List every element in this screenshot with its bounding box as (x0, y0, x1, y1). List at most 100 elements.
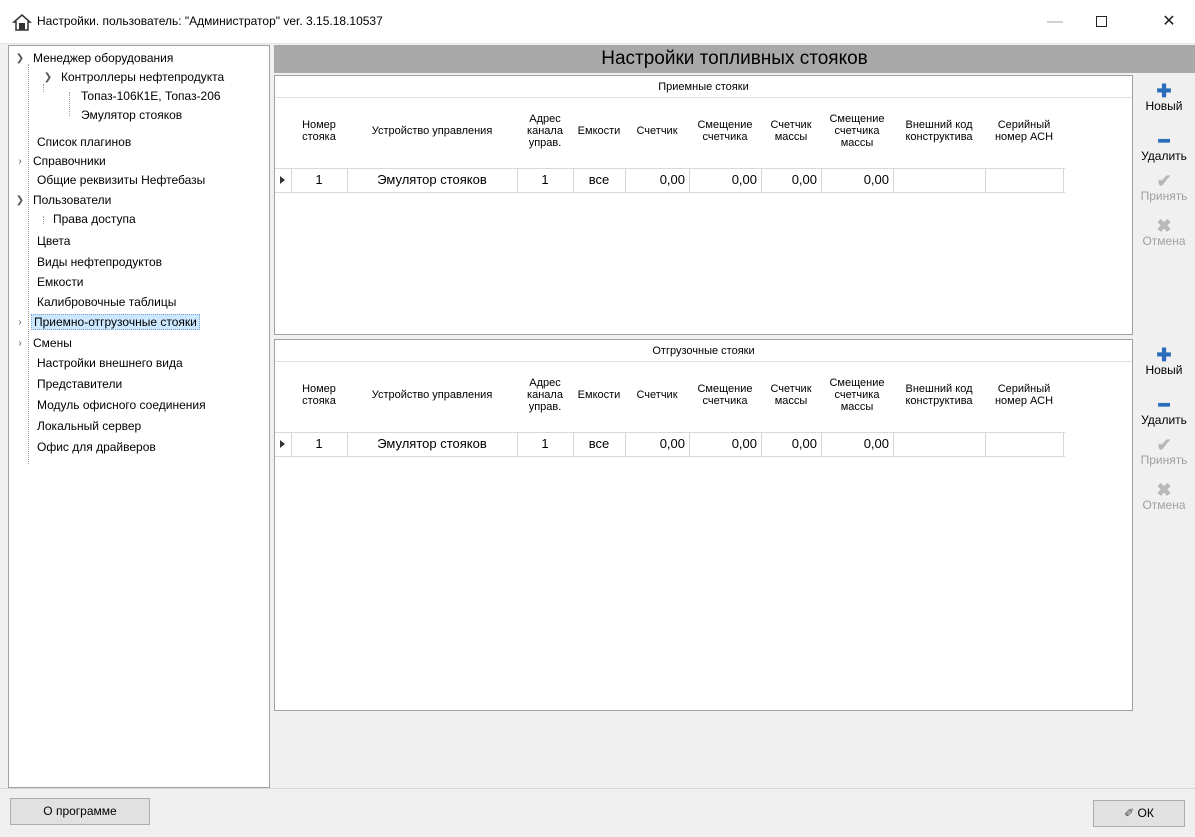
table-cell[interactable]: 0,00 (821, 169, 893, 191)
tree-item-tanks[interactable]: Емкости (35, 273, 86, 292)
table-cell[interactable]: 1 (517, 169, 573, 191)
bottom-bar: О программе ✐ ОК (0, 788, 1195, 837)
col-header[interactable]: Счетчик массы (761, 106, 821, 156)
tree-item-common-props[interactable]: Общие реквизиты Нефтебазы (35, 171, 207, 190)
tree-item-emulator[interactable]: Эмулятор стояков (79, 106, 184, 125)
table-cell[interactable] (985, 433, 1063, 455)
table-cell[interactable]: 0,00 (625, 169, 689, 191)
table-cell[interactable] (893, 169, 985, 191)
col-header[interactable]: Смещение счетчика (689, 106, 761, 156)
col-header[interactable]: Внешний код конструктива (893, 106, 985, 156)
plus-icon: ✚ (1156, 345, 1172, 365)
tree-item-colors[interactable]: Цвета (35, 232, 72, 251)
col-header[interactable]: Устройство управления (347, 370, 517, 420)
tree-item-users[interactable]: ❯ Пользователи (15, 191, 113, 210)
ok-icon: ✐ (1124, 806, 1138, 820)
table-cell[interactable]: 1 (291, 169, 347, 191)
col-header[interactable]: Внешний код конструктива (893, 370, 985, 420)
tree-item-controllers[interactable]: ❯ Контроллеры нефтепродукта (43, 68, 226, 87)
table-cell[interactable]: 0,00 (625, 433, 689, 455)
tree-item-appearance[interactable]: Настройки внешнего вида (35, 354, 185, 373)
col-header[interactable]: Счетчик (625, 370, 689, 420)
table-cell[interactable]: 0,00 (761, 169, 821, 191)
app-icon (12, 14, 32, 31)
tree-item-plugins[interactable]: Список плагинов (35, 133, 133, 152)
tree-item-driver-office[interactable]: Офис для драйверов (35, 438, 158, 457)
table-cell[interactable]: 0,00 (689, 169, 761, 191)
maximize-button[interactable] (1078, 0, 1124, 44)
col-header[interactable]: Адрес канала управ. (517, 106, 573, 156)
tree-item-topaz[interactable]: Топаз-106К1Е, Топаз-206 (79, 87, 223, 106)
cross-icon: ✖ (1156, 480, 1172, 500)
main-area: Настройки топливных стояков Приемные сто… (274, 45, 1195, 788)
chevron-right-icon[interactable]: › (15, 313, 25, 332)
tree-item-local-server[interactable]: Локальный сервер (35, 417, 143, 436)
cross-icon: ✖ (1156, 216, 1172, 236)
col-header[interactable]: Устройство управления (347, 106, 517, 156)
ok-button[interactable]: ✐ ОК (1093, 800, 1185, 827)
table-cell[interactable]: 0,00 (821, 433, 893, 455)
table-cell[interactable]: 1 (291, 433, 347, 455)
accept-button[interactable]: ✔ Принять (1133, 436, 1195, 467)
accept-button[interactable]: ✔ Принять (1133, 172, 1195, 203)
tree-item-calibration[interactable]: Калибровочные таблицы (35, 293, 178, 312)
minimize-button[interactable]: — (1032, 0, 1078, 44)
col-header[interactable]: Емкости (573, 370, 625, 420)
table-cell[interactable] (985, 169, 1063, 191)
row-pointer-icon (280, 440, 285, 448)
title-bar: Настройки. пользователь: "Администратор"… (0, 0, 1195, 44)
col-header[interactable]: Смещение счетчика (689, 370, 761, 420)
settings-tree[interactable]: ❯ Менеджер оборудования ❯ Контроллеры не… (8, 45, 270, 788)
outgoing-racks-grid[interactable]: Отгрузочные стояки Номер стояка Устройст… (274, 339, 1133, 711)
table-cell[interactable]: все (573, 433, 625, 455)
col-header[interactable]: Счетчик массы (761, 370, 821, 420)
about-button[interactable]: О программе (10, 798, 150, 825)
new-button[interactable]: ✚ Новый (1133, 82, 1195, 113)
table-cell[interactable]: Эмулятор стояков (347, 169, 517, 191)
col-header[interactable]: Серийный номер АСН (985, 106, 1063, 156)
intake-racks-grid[interactable]: Приемные стояки Номер стояка Устройство … (274, 75, 1133, 335)
close-button[interactable]: ✕ (1146, 0, 1192, 44)
maximize-icon (1095, 16, 1107, 28)
tree-item-office-module[interactable]: Модуль офисного соединения (35, 396, 208, 415)
col-header[interactable]: Смещение счетчика массы (821, 370, 893, 420)
close-icon: ✕ (1162, 13, 1176, 30)
delete-button[interactable]: ━ Удалить (1133, 396, 1195, 427)
intake-toolbar: ✚ Новый ━ Удалить ✔ Принять ✖ Отмена (1133, 75, 1195, 335)
tree-item-shifts[interactable]: › Смены (15, 334, 74, 353)
grid-caption: Отгрузочные стояки (275, 340, 1132, 362)
tree-item-access-rights[interactable]: Права доступа (51, 210, 138, 229)
tree-item-fuel-types[interactable]: Виды нефтепродуктов (35, 253, 164, 272)
tree-item-loading-racks[interactable]: › Приемно-отгрузочные стояки (15, 313, 200, 332)
minus-icon: ━ (1158, 131, 1170, 151)
chevron-right-icon[interactable]: › (15, 152, 25, 171)
table-cell[interactable]: Эмулятор стояков (347, 433, 517, 455)
table-cell[interactable]: 1 (517, 433, 573, 455)
col-header[interactable]: Серийный номер АСН (985, 370, 1063, 420)
chevron-down-icon[interactable]: ❯ (43, 68, 53, 87)
tree-item-representatives[interactable]: Представители (35, 375, 124, 394)
chevron-down-icon[interactable]: ❯ (15, 49, 25, 68)
col-header[interactable]: Емкости (573, 106, 625, 156)
cancel-button[interactable]: ✖ Отмена (1133, 216, 1195, 248)
col-header[interactable]: Номер стояка (291, 370, 347, 420)
cancel-button[interactable]: ✖ Отмена (1133, 480, 1195, 512)
table-cell[interactable] (893, 433, 985, 455)
delete-button[interactable]: ━ Удалить (1133, 131, 1195, 163)
new-button[interactable]: ✚ Новый (1133, 345, 1195, 377)
col-header[interactable]: Адрес канала управ. (517, 370, 573, 420)
minimize-icon: — (1047, 13, 1063, 30)
col-header[interactable]: Номер стояка (291, 106, 347, 156)
tree-item-equipment-manager[interactable]: ❯ Менеджер оборудования (15, 49, 175, 68)
table-cell[interactable]: 0,00 (689, 433, 761, 455)
grid-caption: Приемные стояки (275, 76, 1132, 98)
chevron-right-icon[interactable]: › (15, 334, 25, 353)
table-cell[interactable]: 0,00 (761, 433, 821, 455)
table-cell[interactable]: все (573, 169, 625, 191)
chevron-down-icon[interactable]: ❯ (15, 191, 25, 210)
col-header[interactable]: Счетчик (625, 106, 689, 156)
tree-item-references[interactable]: › Справочники (15, 152, 108, 171)
window-title: Настройки. пользователь: "Администратор"… (37, 14, 383, 28)
page-title: Настройки топливных стояков (274, 45, 1195, 73)
col-header[interactable]: Смещение счетчика массы (821, 106, 893, 156)
